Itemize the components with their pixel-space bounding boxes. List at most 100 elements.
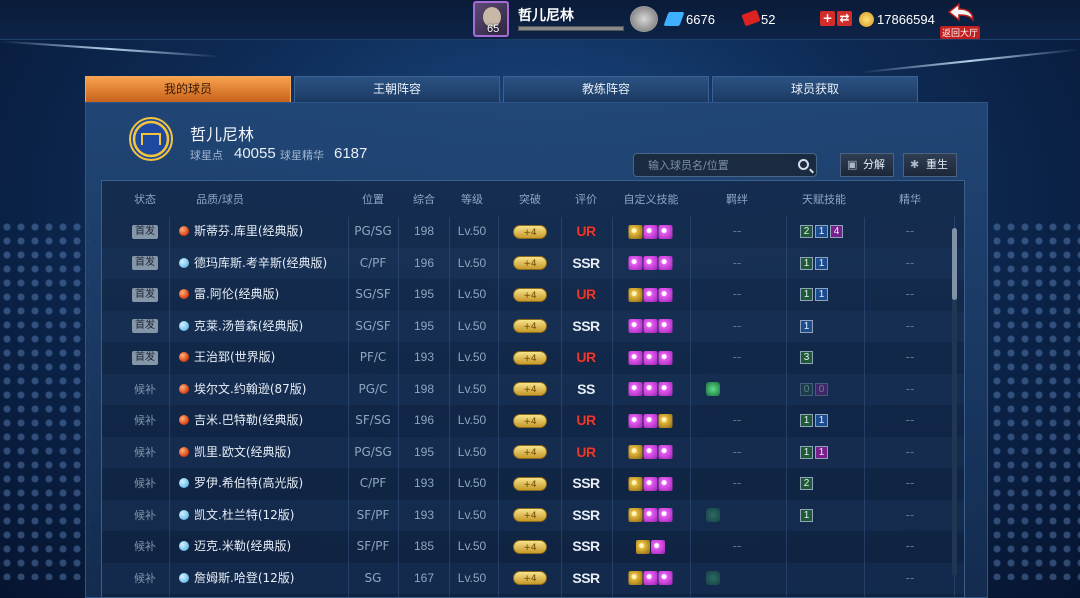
talent-badge[interactable]: 1	[800, 508, 813, 522]
table-row[interactable]: 首发 克莱.汤普森(经典版) SG/SF 195 Lv.50 +4 SSR -- 1 --	[102, 310, 964, 342]
table-row[interactable]: 首发 斯蒂芬.库里(经典版) PG/SG 198 Lv.50 +4 UR -- 2 1 4 --	[102, 216, 964, 247]
skill-icon[interactable]	[643, 319, 658, 333]
table-row[interactable]: 候补 罗伊.希伯特(高光版) C/PF 193 Lv.50 +4 SSR -- 2 --	[102, 468, 964, 499]
coin-count: 17866594	[877, 12, 935, 27]
skill-icon[interactable]	[658, 319, 673, 333]
skill-icon[interactable]	[643, 350, 658, 365]
talent-badge[interactable]: 1	[800, 288, 813, 301]
skill-icon[interactable]	[643, 382, 658, 396]
talent-skills-cell: 11	[800, 437, 830, 468]
talent-badge[interactable]: 1	[800, 319, 813, 333]
skill-icon[interactable]	[628, 287, 643, 302]
talent-badge[interactable]: 4	[830, 225, 843, 238]
skill-icon[interactable]	[651, 539, 665, 554]
skill-icon[interactable]	[643, 571, 658, 585]
skill-icon[interactable]	[628, 224, 643, 239]
search-icon[interactable]	[798, 159, 809, 170]
talent-badge[interactable]: 3	[800, 351, 813, 364]
skill-icon[interactable]	[643, 224, 658, 239]
skill-icon[interactable]	[628, 571, 643, 585]
add-currency-button[interactable]: +	[820, 11, 835, 26]
skill-icon[interactable]	[643, 256, 658, 270]
talent-badge[interactable]: 1	[815, 225, 828, 238]
back-to-lobby-button[interactable]: 返回大厅	[940, 2, 984, 39]
table-row[interactable]: 候补 吉米.巴特勒(经典版) SF/SG 196 Lv.50 +4 UR -- 1 1 --	[102, 405, 964, 436]
player-name-cell[interactable]: 凯文.杜兰特(12版)	[179, 500, 294, 531]
search-input[interactable]	[634, 154, 816, 177]
essence-cell: --	[905, 255, 915, 270]
player-name-cell[interactable]: 迈克.米勒(经典版)	[179, 531, 291, 562]
skill-icon[interactable]	[628, 382, 643, 396]
skill-icon[interactable]	[628, 445, 643, 459]
talent-badge[interactable]: 1	[800, 256, 813, 270]
player-avatar[interactable]: 65	[473, 1, 509, 37]
talent-badge[interactable]: 0	[815, 382, 828, 396]
talent-badge[interactable]: 1	[815, 288, 828, 301]
talent-badge[interactable]: 1	[800, 414, 813, 427]
tab-my-players[interactable]: 我的球员	[85, 76, 291, 102]
skill-icon[interactable]	[628, 476, 643, 491]
exchange-button[interactable]: ⇄	[837, 11, 852, 26]
talent-badge[interactable]: 1	[815, 445, 828, 459]
talent-badge[interactable]: 1	[815, 256, 828, 270]
skill-icon[interactable]	[628, 413, 643, 428]
skill-icon[interactable]	[658, 445, 673, 459]
skill-icon[interactable]	[628, 350, 643, 365]
player-name-cell[interactable]: 斯蒂芬.库里(经典版)	[179, 216, 303, 247]
skill-icon[interactable]	[658, 508, 673, 522]
skill-icon[interactable]	[658, 256, 673, 270]
talent-badge[interactable]: 1	[800, 445, 813, 459]
skill-icon[interactable]	[628, 508, 643, 522]
position-cell: PF/C	[359, 350, 387, 364]
tab-dynasty-lineup[interactable]: 王朝阵容	[294, 76, 500, 102]
table-row[interactable]: 首发 雷.阿伦(经典版) SG/SF 195 Lv.50 +4 UR -- 1 1 --	[102, 279, 964, 310]
skill-icon[interactable]	[636, 539, 650, 554]
breakthrough-cell: +4	[513, 500, 547, 531]
rank-medal-icon[interactable]	[630, 6, 658, 32]
rebirth-button[interactable]: ✱ 重生	[903, 153, 957, 177]
player-name-cell[interactable]: 罗伊.希伯特(高光版)	[179, 468, 303, 499]
skill-icon[interactable]	[658, 476, 673, 491]
skill-icon[interactable]	[643, 287, 658, 302]
skill-icon[interactable]	[658, 413, 673, 428]
skill-icon[interactable]	[628, 319, 643, 333]
skill-icon[interactable]	[658, 571, 673, 585]
talent-badge[interactable]: 0	[800, 382, 813, 396]
skill-icon[interactable]	[658, 224, 673, 239]
bond-icon[interactable]	[706, 382, 720, 396]
skill-icon[interactable]	[628, 256, 643, 270]
talent-badge[interactable]: 2	[800, 477, 813, 490]
table-row[interactable]: 首发 王治郅(世界版) PF/C 193 Lv.50 +4 UR -- 3 --	[102, 342, 964, 373]
player-name-cell[interactable]: 克莱.汤普森(经典版)	[179, 311, 303, 342]
table-row[interactable]: 候补 詹姆斯.哈登(12版) SG 167 Lv.50 +4 SSR --	[102, 562, 964, 594]
skill-icon[interactable]	[643, 413, 658, 428]
player-name-cell[interactable]: 吉米.巴特勒(经典版)	[179, 405, 303, 436]
talent-badge[interactable]: 1	[815, 414, 828, 427]
table-scrollbar[interactable]	[952, 228, 957, 576]
decompose-button[interactable]: ▣ 分解	[840, 153, 894, 177]
bond-icon[interactable]	[706, 571, 720, 585]
table-row[interactable]: 首发 德玛库斯.考辛斯(经典版) C/PF 196 Lv.50 +4 SSR -- 1 1 --	[102, 247, 964, 279]
table-row[interactable]: 候补 埃尔文.约翰逊(87版) PG/C 198 Lv.50 +4 SS 0 0 --	[102, 373, 964, 405]
player-name-cell[interactable]: 詹姆斯.哈登(12版)	[179, 563, 294, 594]
bond-icon[interactable]	[706, 508, 720, 522]
position-cell: SF/PF	[356, 539, 390, 553]
player-name-cell[interactable]: 王治郅(世界版)	[179, 342, 275, 373]
skill-icon[interactable]	[643, 508, 658, 522]
skill-icon[interactable]	[658, 382, 673, 396]
player-name-cell[interactable]: 埃尔文.约翰逊(87版)	[179, 374, 306, 405]
skill-icon[interactable]	[643, 476, 658, 491]
table-row[interactable]: 候补 凯文.杜兰特(12版) SF/PF 193 Lv.50 +4 SSR 1 --	[102, 499, 964, 531]
player-name-cell[interactable]: 德玛库斯.考辛斯(经典版)	[179, 248, 327, 279]
table-row[interactable]: 候补 凯里.欧文(经典版) PG/SG 195 Lv.50 +4 UR -- 1 1 --	[102, 436, 964, 468]
skill-icon[interactable]	[658, 350, 673, 365]
player-name-cell[interactable]: 雷.阿伦(经典版)	[179, 279, 279, 310]
scrollbar-thumb[interactable]	[952, 228, 957, 300]
tab-player-acquire[interactable]: 球员获取	[712, 76, 918, 102]
player-name-cell[interactable]: 凯里.欧文(经典版)	[179, 437, 291, 468]
skill-icon[interactable]	[643, 445, 658, 459]
skill-icon[interactable]	[658, 287, 673, 302]
table-row[interactable]: 候补 迈克.米勒(经典版) SF/PF 185 Lv.50 +4 SSR -- --	[102, 531, 964, 562]
tab-coach-lineup[interactable]: 教练阵容	[503, 76, 709, 102]
talent-badge[interactable]: 2	[800, 225, 813, 238]
